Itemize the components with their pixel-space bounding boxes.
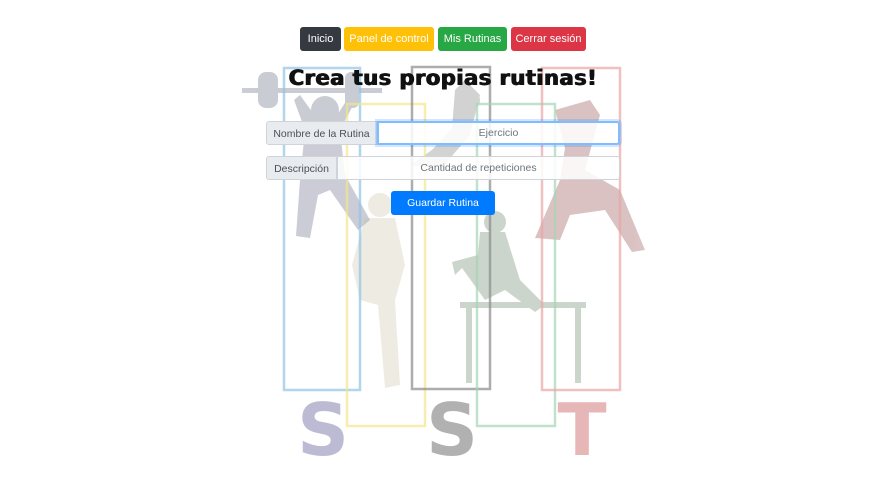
logo-letter-s-2: S: [426, 388, 478, 472]
save-routine-button[interactable]: Guardar Rutina: [391, 191, 495, 215]
routine-name-label: Nombre de la Rutina: [266, 121, 377, 145]
top-navigation: Inicio Panel de control Mis Rutinas Cerr…: [0, 27, 886, 51]
routine-description-input[interactable]: [337, 156, 620, 180]
hurdler-silhouette: [452, 211, 586, 383]
black-ring-frame: [410, 65, 492, 391]
routine-description-label: Descripción: [266, 156, 337, 180]
my-routines-button[interactable]: Mis Rutinas: [438, 27, 507, 51]
logout-button[interactable]: Cerrar sesión: [511, 27, 586, 51]
home-button[interactable]: Inicio: [300, 27, 341, 51]
logo-letter-t: T: [557, 388, 606, 472]
routine-name-input[interactable]: [377, 121, 620, 145]
logo-letter-s-1: S: [297, 388, 349, 472]
page-title: Crea tus propias rutinas!: [288, 66, 598, 90]
control-panel-button[interactable]: Panel de control: [344, 27, 434, 51]
